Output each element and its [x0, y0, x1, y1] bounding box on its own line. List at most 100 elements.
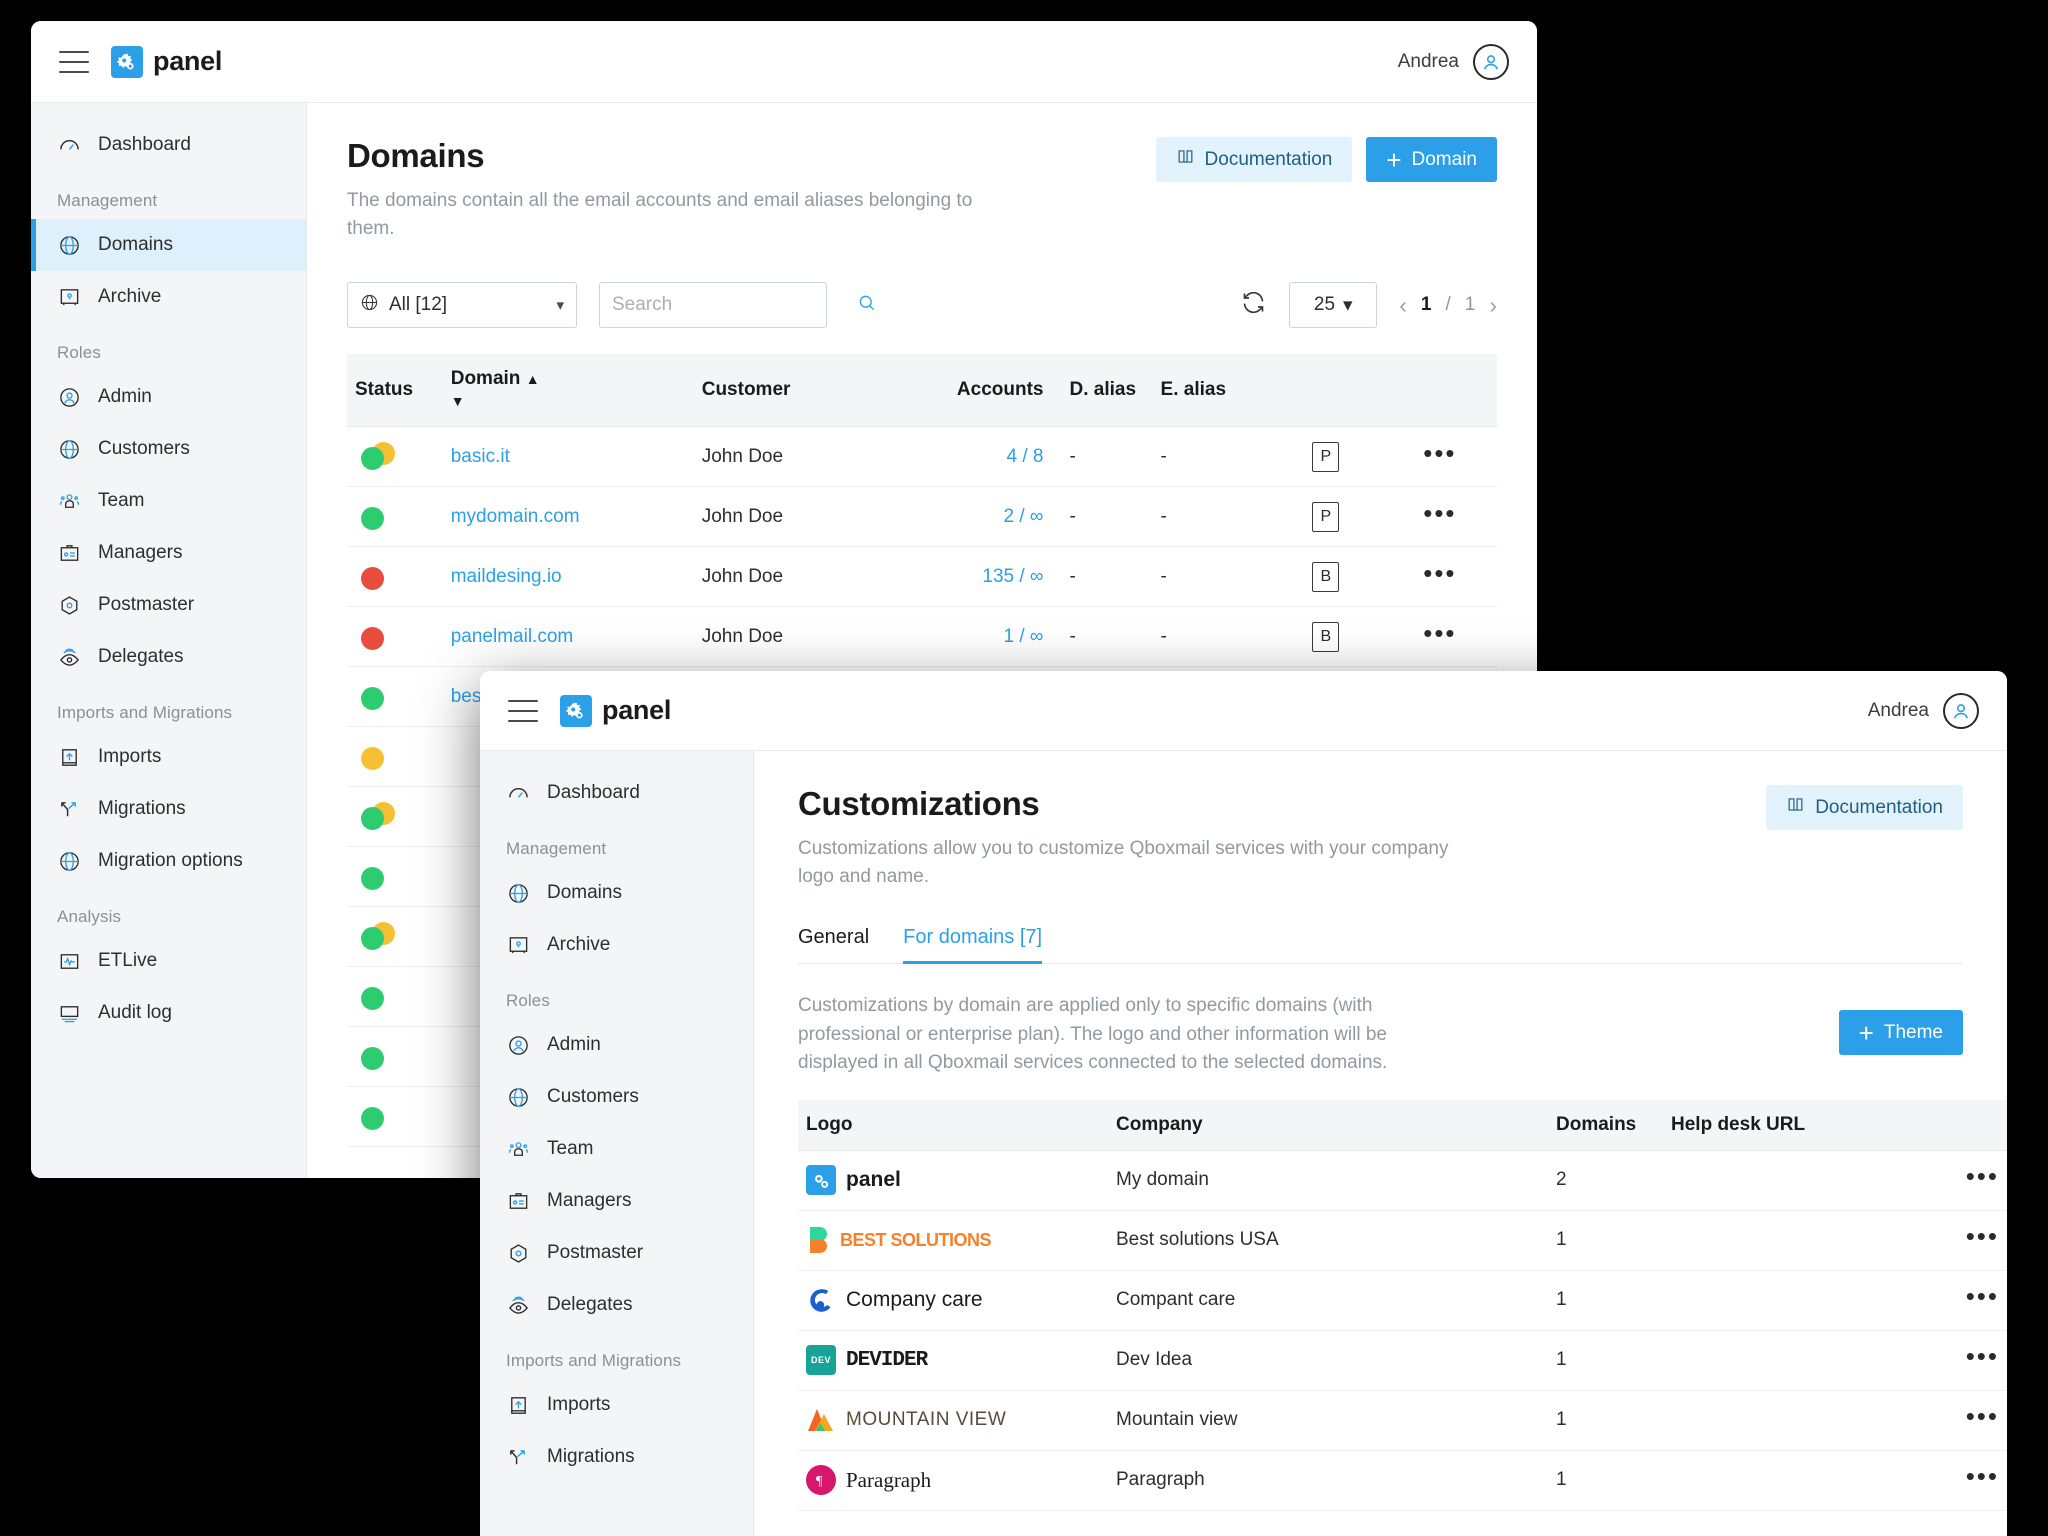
hamburger-icon[interactable] — [508, 699, 538, 722]
sidebar-item-archive[interactable]: Archive — [31, 271, 306, 323]
cell-domain[interactable]: basic.it — [442, 426, 694, 488]
row-menu-button[interactable]: ••• — [1423, 618, 1456, 648]
table-row[interactable]: Company care Compant care 1 ••• — [798, 1270, 2007, 1331]
sidebar-item-team[interactable]: Team — [480, 1123, 753, 1175]
table-row[interactable]: ¶ Paragraph Paragraph 1 ••• — [798, 1450, 2007, 1511]
row-menu-button[interactable]: ••• — [1423, 498, 1456, 528]
row-menu-button[interactable]: ••• — [1966, 1281, 1999, 1311]
eye-icon — [506, 1293, 531, 1318]
cell-actions[interactable]: ••• — [1893, 1270, 2007, 1331]
table-row[interactable]: basic.it John Doe 4 / 8- - P ••• — [347, 426, 1497, 488]
row-menu-button[interactable]: ••• — [1966, 1341, 1999, 1371]
cell-actions[interactable]: ••• — [1415, 606, 1497, 668]
domain-link[interactable]: panelmail.com — [451, 626, 574, 647]
row-menu-button[interactable]: ••• — [1966, 1461, 1999, 1491]
cell-actions[interactable]: ••• — [1415, 486, 1497, 548]
user-area[interactable]: Andrea — [1868, 692, 1979, 729]
sidebar-item-admin[interactable]: Admin — [31, 371, 306, 423]
documentation-button[interactable]: Documentation — [1766, 785, 1963, 830]
sidebar-item-imports[interactable]: Imports — [480, 1379, 753, 1431]
accounts-link[interactable]: 1 / ∞ — [1004, 626, 1044, 647]
user-avatar-icon[interactable] — [1473, 43, 1509, 80]
documentation-button[interactable]: Documentation — [1155, 137, 1353, 182]
cell-domain[interactable]: mydomain.com — [442, 486, 694, 548]
domain-link[interactable]: mydomain.com — [451, 506, 580, 527]
sidebar-item-dashboard[interactable]: Dashboard — [31, 119, 306, 171]
row-menu-button[interactable]: ••• — [1423, 558, 1456, 588]
sidebar-item-delegates[interactable]: Delegates — [31, 631, 306, 683]
sidebar-item-migrations[interactable]: Migrations — [480, 1431, 753, 1483]
cell-accounts[interactable]: 1 / ∞ — [909, 606, 1062, 668]
cell-actions[interactable]: ••• — [1893, 1330, 2007, 1391]
page-size-select[interactable]: 25 ▾ — [1289, 282, 1378, 329]
add-domain-button[interactable]: + Domain — [1366, 137, 1497, 182]
user-area[interactable]: Andrea — [1398, 43, 1509, 80]
sidebar-item-customers[interactable]: Customers — [31, 423, 306, 475]
cell-actions[interactable]: ••• — [1893, 1450, 2007, 1511]
app-logo[interactable]: panel — [560, 694, 671, 727]
sidebar-item-archive[interactable]: Archive — [480, 919, 753, 971]
row-menu-button[interactable]: ••• — [1966, 1401, 1999, 1431]
domain-link[interactable]: maildesing.io — [451, 566, 562, 587]
col-domain[interactable]: Domain ▲ ▼ — [442, 354, 694, 428]
cell-accounts[interactable]: 2 / ∞ — [909, 486, 1062, 548]
row-menu-button[interactable]: ••• — [1966, 1161, 1999, 1191]
cell-actions[interactable]: ••• — [1893, 1210, 2007, 1271]
table-row[interactable]: panel My domain 2 ••• — [798, 1150, 2007, 1211]
hamburger-icon[interactable] — [59, 50, 89, 73]
sidebar-item-customers[interactable]: Customers — [480, 1071, 753, 1123]
sidebar-item-migrations[interactable]: Migrations — [31, 783, 306, 835]
cell-domain[interactable]: maildesing.io — [442, 546, 694, 608]
cell-domain[interactable]: panelmail.com — [442, 606, 694, 668]
accounts-link[interactable]: 4 / 8 — [1007, 446, 1044, 467]
sidebar-item-managers[interactable]: Managers — [480, 1175, 753, 1227]
plan-badge: P — [1312, 441, 1340, 472]
add-theme-button[interactable]: + Theme — [1838, 1010, 1963, 1056]
sidebar-item-postmaster[interactable]: Postmaster — [480, 1227, 753, 1279]
sidebar-item-domains[interactable]: Domains — [31, 219, 306, 271]
domains-head-actions: Documentation + Domain — [1155, 137, 1497, 182]
accounts-link[interactable]: 2 / ∞ — [1004, 506, 1044, 527]
cell-actions[interactable]: ••• — [1415, 426, 1497, 488]
sidebar-item-etlive[interactable]: ETLive — [31, 935, 306, 987]
sidebar-item-delegates[interactable]: Delegates — [480, 1279, 753, 1331]
sidebar-item-team[interactable]: Team — [31, 475, 306, 527]
accounts-link[interactable]: 135 / ∞ — [982, 566, 1043, 587]
sidebar-item-migration-options[interactable]: Migration options — [31, 835, 306, 887]
cell-d-alias: - — [1061, 606, 1153, 668]
tab-for-domains[interactable]: For domains [7] — [903, 926, 1043, 965]
table-row[interactable]: maildesing.io John Doe 135 / ∞ - - B ••• — [347, 546, 1497, 608]
cell-accounts[interactable]: 135 / ∞ — [909, 546, 1062, 608]
sidebar-item-dashboard[interactable]: Dashboard — [480, 767, 753, 819]
cell-actions[interactable]: ••• — [1893, 1390, 2007, 1451]
sidebar-item-audit-log[interactable]: Audit log — [31, 987, 306, 1039]
refresh-icon[interactable] — [1240, 289, 1267, 321]
table-row[interactable]: panelmail.com John Doe 1 / ∞ - - B ••• — [347, 606, 1497, 668]
app-logo[interactable]: panel — [111, 45, 222, 78]
next-page-button[interactable]: › — [1489, 292, 1497, 319]
cell-actions[interactable]: ••• — [1893, 1150, 2007, 1211]
search-input[interactable] — [612, 294, 857, 317]
row-menu-button[interactable]: ••• — [1423, 438, 1456, 468]
page-size-value: 25 — [1313, 294, 1336, 316]
search-icon[interactable] — [857, 293, 877, 318]
status-dot-primary — [361, 866, 384, 890]
table-row[interactable]: BEST SOLUTIONS Best solutions USA 1 ••• — [798, 1210, 2007, 1271]
sidebar-item-admin[interactable]: Admin — [480, 1019, 753, 1071]
cell-actions[interactable]: ••• — [1415, 546, 1497, 608]
sidebar-item-managers[interactable]: Managers — [31, 527, 306, 579]
user-avatar-icon[interactable] — [1943, 692, 1979, 729]
table-row[interactable]: mydomain.com John Doe 2 / ∞ - - P ••• — [347, 486, 1497, 548]
cell-accounts[interactable]: 4 / 8 — [909, 426, 1062, 488]
sidebar-item-postmaster[interactable]: Postmaster — [31, 579, 306, 631]
domain-link[interactable]: basic.it — [451, 446, 510, 467]
search-box[interactable] — [599, 282, 875, 329]
prev-page-button[interactable]: ‹ — [1399, 292, 1407, 319]
tab-general[interactable]: General — [798, 926, 869, 964]
row-menu-button[interactable]: ••• — [1966, 1221, 1999, 1251]
domain-filter-select[interactable]: All [12] ▾ — [347, 282, 577, 329]
table-row[interactable]: MOUNTAIN VIEW Mountain view 1 ••• — [798, 1390, 2007, 1451]
sidebar-item-imports[interactable]: Imports — [31, 731, 306, 783]
sidebar-item-domains[interactable]: Domains — [480, 867, 753, 919]
table-row[interactable]: DEV DEVIDER Dev Idea 1 ••• — [798, 1330, 2007, 1391]
